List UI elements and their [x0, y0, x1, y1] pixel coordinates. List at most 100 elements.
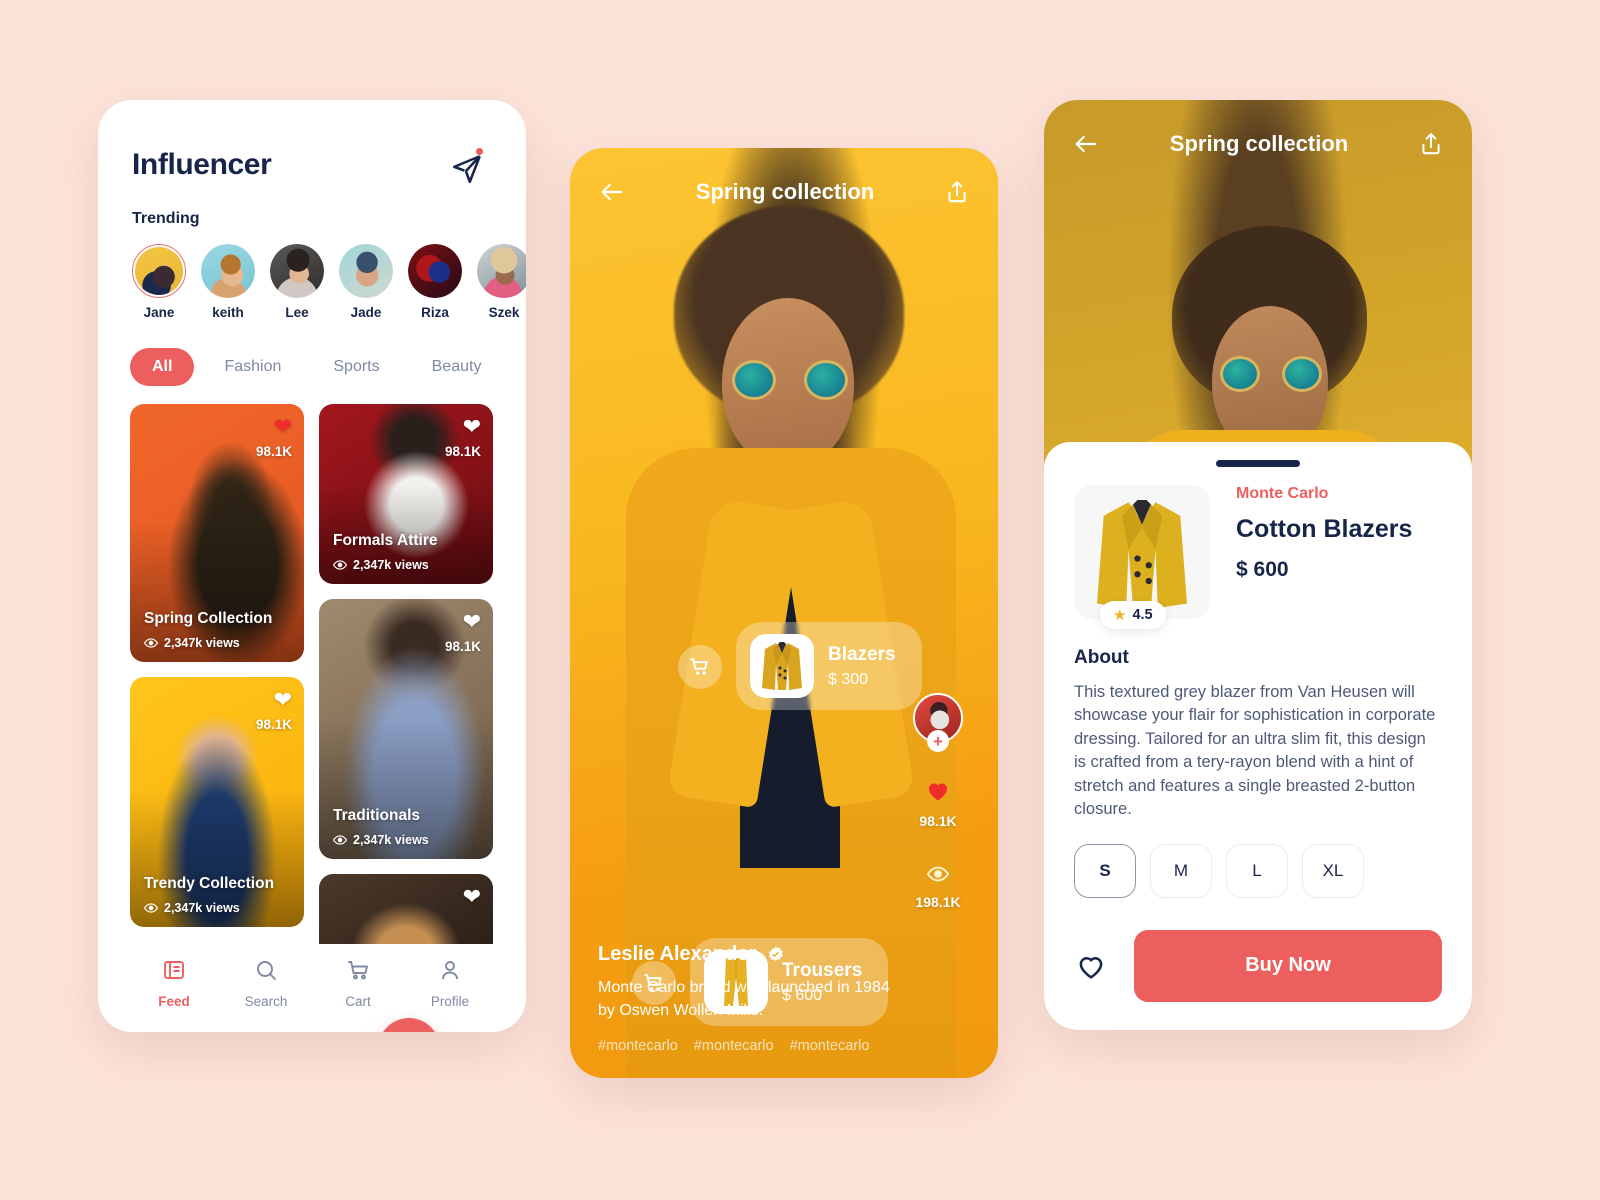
author-avatar[interactable]: + — [913, 693, 963, 752]
heart-outline-icon[interactable] — [1074, 950, 1108, 982]
card-views: 2,347k views — [333, 833, 429, 847]
product-tag-blazers[interactable]: Blazers $ 300 — [736, 622, 922, 710]
about-heading: About — [1074, 647, 1129, 668]
heart-icon[interactable]: ❤ — [463, 416, 481, 438]
product-tag-price: $ 300 — [828, 670, 869, 688]
feed-card-spring-collection[interactable]: ❤ 98.1K Spring Collection 2,347k views — [130, 404, 304, 662]
product-image[interactable]: ★ 4.5 — [1074, 485, 1210, 629]
avatar — [135, 247, 183, 295]
nav-tab-cart[interactable]: Cart — [312, 958, 404, 1009]
phone-feed-screen: Influencer Trending Jane keith Lee Jade … — [98, 100, 526, 1032]
avatar-item-riza[interactable]: Riza — [408, 244, 462, 320]
avatar-label: keith — [212, 305, 244, 320]
eye-icon — [333, 835, 347, 845]
card-views-text: 2,347k views — [353, 833, 429, 847]
heart-icon[interactable]: ❤ — [274, 689, 292, 711]
like-button[interactable]: 98.1K — [910, 777, 966, 829]
like-count: 98.1K — [255, 444, 292, 459]
follow-button[interactable]: + — [927, 730, 949, 752]
page-title: Influencer — [132, 148, 272, 181]
size-option-l[interactable]: L — [1226, 843, 1288, 898]
nav-tab-search[interactable]: Search — [220, 958, 312, 1009]
product-topbar: Spring collection — [1044, 100, 1472, 158]
avatar — [477, 244, 526, 298]
avatar-label: Jane — [143, 305, 175, 320]
filter-tab-all[interactable]: All — [130, 348, 195, 386]
avatar-item-keith[interactable]: keith — [201, 244, 255, 320]
heart-icon[interactable]: ❤ — [274, 416, 292, 438]
feed-column-left: ❤ 98.1K Spring Collection 2,347k views ❤… — [130, 404, 304, 984]
engagement-rail: + 98.1K 198.1K — [910, 693, 966, 910]
filter-tab-beauty[interactable]: Beauty — [410, 348, 504, 386]
avatar-item-szek[interactable]: Szek — [477, 244, 526, 320]
model-sunglasses — [732, 360, 848, 400]
look-footer: Leslie Alexander Monte Carlo brand was l… — [570, 943, 998, 1078]
avatar — [201, 244, 255, 298]
filter-tabs: All Fashion Sports Beauty — [98, 320, 526, 386]
avatar-item-jane[interactable]: Jane — [132, 244, 186, 320]
card-views-text: 2,347k views — [164, 901, 240, 915]
avatar — [339, 244, 393, 298]
card-views: 2,347k views — [144, 636, 240, 650]
cart-icon — [348, 960, 368, 979]
heart-icon[interactable]: ❤ — [463, 886, 481, 908]
card-views-text: 2,347k views — [164, 636, 240, 650]
view-count-block: 198.1K — [910, 863, 966, 910]
profile-icon — [442, 960, 458, 979]
view-count: 198.1K — [915, 894, 961, 910]
add-to-cart-blazers[interactable] — [678, 645, 722, 689]
like-count: 98.1K — [444, 444, 481, 459]
feed-header: Influencer — [98, 100, 526, 194]
share-icon[interactable] — [944, 178, 970, 206]
size-option-xl[interactable]: XL — [1302, 843, 1364, 898]
screen-title: Spring collection — [1169, 131, 1349, 156]
arrow-left-icon[interactable] — [598, 178, 626, 206]
screenshot-canvas: Influencer Trending Jane keith Lee Jade … — [0, 0, 1600, 1200]
avatar-label: Szek — [488, 305, 520, 320]
heart-icon[interactable]: ❤ — [463, 611, 481, 633]
drag-handle[interactable] — [1216, 460, 1300, 467]
verified-badge-icon — [769, 946, 784, 961]
trending-avatars: Jane keith Lee Jade Riza Szek — [98, 228, 526, 320]
product-tag-name: Blazers — [828, 643, 896, 665]
search-icon — [257, 960, 276, 980]
product-meta: Monte Carlo Cotton Blazers $ 600 — [1236, 485, 1412, 619]
send-button[interactable] — [450, 148, 492, 194]
share-icon[interactable] — [1418, 130, 1444, 158]
author-name: Leslie Alexander — [598, 942, 757, 965]
hashtag[interactable]: #montecarlo — [790, 1038, 870, 1054]
follow-plus-label: + — [933, 731, 943, 751]
bottom-nav: Feed Search Cart Profile — [98, 944, 526, 1032]
screen-title: Spring collection — [695, 179, 875, 204]
like-count: 98.1K — [919, 813, 957, 829]
nav-tab-feed[interactable]: Feed — [128, 958, 220, 1009]
size-option-m[interactable]: M — [1150, 843, 1212, 898]
avatar-item-jade[interactable]: Jade — [339, 244, 393, 320]
size-option-s[interactable]: S — [1074, 843, 1136, 898]
hashtag[interactable]: #montecarlo — [694, 1038, 774, 1054]
model-sunglasses — [1220, 356, 1322, 392]
nav-tab-profile[interactable]: Profile — [404, 958, 496, 1009]
like-count: 98.1K — [444, 639, 481, 654]
card-views-text: 2,347k views — [353, 558, 429, 572]
buy-now-button[interactable]: Buy Now — [1134, 929, 1442, 1002]
card-title: Formals Attire — [333, 532, 438, 549]
feed-card-trendy-collection[interactable]: ❤ 98.1K Trendy Collection 2,347k views — [130, 677, 304, 927]
add-to-cart-trousers[interactable] — [632, 961, 676, 1005]
phone-product-detail-screen: Spring collection ★ 4.5 Monte Carlo Cott… — [1044, 100, 1472, 1030]
card-views: 2,347k views — [333, 558, 429, 572]
eye-icon — [333, 560, 347, 570]
phone-look-detail-screen: Spring collection Blazers $ 300 Trousers… — [570, 148, 998, 1078]
trending-label: Trending — [132, 210, 200, 227]
card-title: Traditionals — [333, 807, 420, 824]
feed-card-formals-attire[interactable]: ❤ 98.1K Formals Attire 2,347k views — [319, 404, 493, 584]
arrow-left-icon[interactable] — [1072, 130, 1100, 158]
nav-tab-label: Search — [244, 993, 288, 1009]
feed-card-traditionals[interactable]: ❤ 98.1K Traditionals 2,347k views — [319, 599, 493, 859]
avatar-item-lee[interactable]: Lee — [270, 244, 324, 320]
avatar-label: Jade — [350, 305, 382, 320]
hashtag[interactable]: #montecarlo — [598, 1038, 678, 1054]
filter-tab-fashion[interactable]: Fashion — [202, 348, 303, 386]
brand-name: Monte Carlo — [1236, 485, 1329, 502]
filter-tab-sports[interactable]: Sports — [311, 348, 401, 386]
